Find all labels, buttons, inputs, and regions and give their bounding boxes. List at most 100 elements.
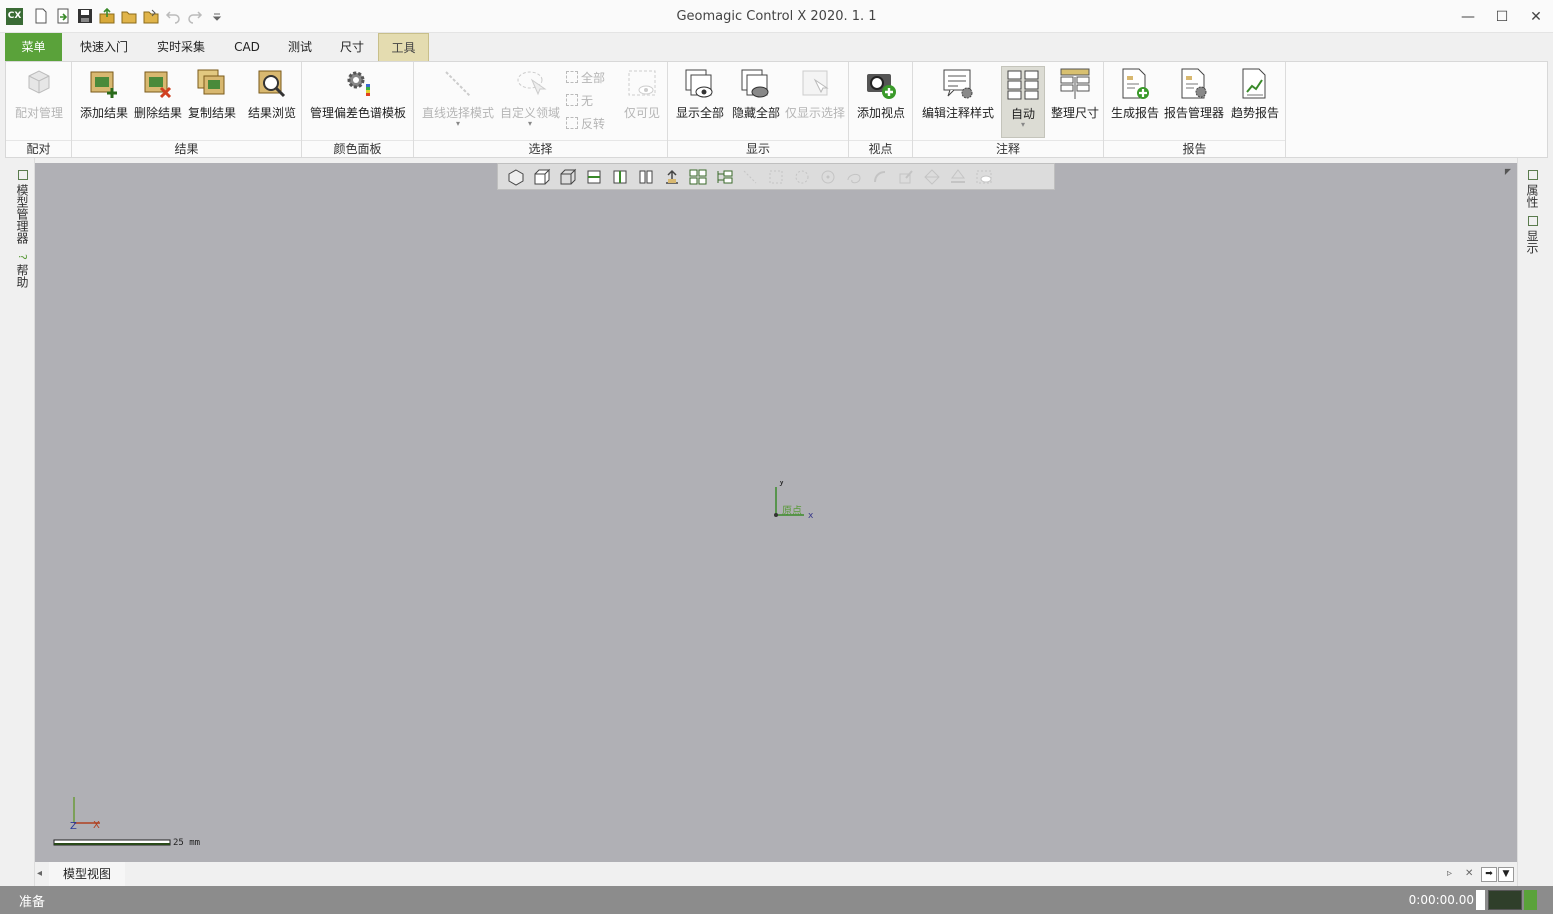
report-manager-button[interactable]: 报告管理器 xyxy=(1162,66,1226,138)
group-label-display: 显示 xyxy=(668,140,848,156)
surface-select-icon[interactable] xyxy=(946,166,970,188)
group-label-color-panel: 颜色面板 xyxy=(302,140,413,156)
select-none-button[interactable]: 无 xyxy=(566,91,593,109)
edit-annotation-style-button[interactable]: 编辑注释样式 xyxy=(917,66,999,138)
display-icon xyxy=(1527,216,1538,226)
split-view-icon[interactable] xyxy=(634,166,658,188)
circle-select-icon[interactable] xyxy=(790,166,814,188)
lasso-select-icon[interactable] xyxy=(842,166,866,188)
browse-result-icon xyxy=(258,70,286,98)
model-viewport[interactable]: ◤ y x 原点 Z X 25 mm xyxy=(35,163,1517,862)
trend-report-button[interactable]: 趋势报告 xyxy=(1228,66,1282,138)
browse-result-label: 结果浏览 xyxy=(247,106,296,120)
alignment-manager-label: 配对管理 xyxy=(14,106,63,120)
tab-measure[interactable]: 测试 xyxy=(278,33,322,61)
generate-report-button[interactable]: 生成报告 xyxy=(1108,66,1162,138)
visible-select-icon[interactable] xyxy=(972,166,996,188)
tab-cad[interactable]: CAD xyxy=(226,33,268,61)
chevron-down-icon: ▾ xyxy=(1020,120,1025,129)
copy-result-button[interactable]: 复制结果 xyxy=(186,66,238,138)
view-cube-icon[interactable] xyxy=(530,166,554,188)
show-all-button[interactable]: 显示全部 xyxy=(672,66,728,138)
brush-select-icon[interactable] xyxy=(868,166,892,188)
redo-icon[interactable] xyxy=(186,7,204,25)
scale-bar: 25 mm xyxy=(53,838,200,848)
tab-model-view[interactable]: 模型视图 xyxy=(49,862,126,886)
origin-label: 原点 xyxy=(782,505,802,517)
measure-line-icon[interactable] xyxy=(738,166,762,188)
color-template-button[interactable]: 管理偏差色谱模板 xyxy=(308,66,408,138)
triad-z-label: Z xyxy=(70,821,77,832)
alignment-manager-button[interactable]: 配对管理 xyxy=(10,66,68,138)
export-icon[interactable] xyxy=(98,7,116,25)
window-title: Geomagic Control X 2020. 1. 1 xyxy=(676,9,877,24)
custom-region-label: 自定义领域 xyxy=(499,106,560,120)
model-manager-tab[interactable]: 模型管理器 xyxy=(14,170,31,244)
hide-all-button[interactable]: 隐藏全部 xyxy=(728,66,784,138)
show-selected-button[interactable]: 仅显示选择 xyxy=(784,66,846,138)
auto-button[interactable]: 自动 ▾ xyxy=(1001,66,1045,138)
polygon-select-icon[interactable] xyxy=(816,166,840,188)
group-annotation: 编辑注释样式 自动 ▾ 整理尺寸 注释 xyxy=(913,62,1104,157)
customize-icon[interactable] xyxy=(208,7,226,25)
new-icon[interactable] xyxy=(32,7,50,25)
help-tab[interactable]: ? 帮助 xyxy=(14,254,31,288)
status-bar: 准备 0:00:00.00 xyxy=(0,886,1553,914)
browse-result-button[interactable]: 结果浏览 xyxy=(246,66,298,138)
tab-dimension[interactable]: 尺寸 xyxy=(330,33,374,61)
tab-tools[interactable]: 工具 xyxy=(378,33,429,61)
close-button[interactable]: ✕ xyxy=(1519,0,1553,33)
help-icon: ? xyxy=(16,254,29,260)
properties-tab[interactable]: 属性 xyxy=(1524,170,1541,208)
extend-select-icon[interactable] xyxy=(920,166,944,188)
fit-view-icon[interactable] xyxy=(660,166,684,188)
tab-quickstart[interactable]: 快速入门 xyxy=(72,33,136,61)
layout-tree-icon[interactable] xyxy=(712,166,736,188)
delete-result-button[interactable]: 删除结果 xyxy=(132,66,184,138)
group-label-selection: 选择 xyxy=(414,140,667,156)
open-icon[interactable] xyxy=(120,7,138,25)
view-front-icon[interactable] xyxy=(582,166,606,188)
alignment-manager-icon xyxy=(28,70,50,94)
display-tab[interactable]: 显示 xyxy=(1524,216,1541,254)
select-all-button[interactable]: 全部 xyxy=(566,68,605,86)
next-tab-icon[interactable]: ➡ xyxy=(1481,867,1497,882)
tab-menu[interactable]: 菜单 xyxy=(5,33,62,61)
add-viewpoint-button[interactable]: 添加视点 xyxy=(853,66,909,138)
save-icon[interactable] xyxy=(76,7,94,25)
add-result-button[interactable]: 添加结果 xyxy=(78,66,130,138)
tab-list-chevron-icon[interactable]: ▼ xyxy=(1498,867,1514,882)
undo-icon[interactable] xyxy=(164,7,182,25)
auto-layout-icon xyxy=(1007,70,1039,100)
scroll-left-icon[interactable]: ◂ xyxy=(37,862,42,886)
rect-select-icon[interactable] xyxy=(764,166,788,188)
line-select-button[interactable]: 直线选择模式 ▾ xyxy=(420,66,496,138)
right-panel-strip: 属性 显示 xyxy=(1517,158,1553,886)
maximize-button[interactable]: ☐ xyxy=(1485,0,1519,33)
add-viewpoint-label: 添加视点 xyxy=(856,106,905,120)
select-invert-button[interactable]: 反转 xyxy=(566,114,605,132)
group-view: 添加视点 视点 xyxy=(849,62,913,157)
select-invert-icon xyxy=(566,117,578,129)
close-tab-icon[interactable]: ✕ xyxy=(1465,862,1473,886)
view-back-icon[interactable] xyxy=(608,166,632,188)
group-alignment: 配对管理 配对 xyxy=(6,62,72,157)
delete-result-label: 删除结果 xyxy=(133,106,182,120)
open-folder-icon[interactable] xyxy=(142,7,160,25)
render-mode-icon[interactable] xyxy=(504,166,528,188)
paint-select-icon[interactable] xyxy=(894,166,918,188)
app-logo[interactable]: CX xyxy=(6,8,23,25)
custom-region-button[interactable]: 自定义领域 ▾ xyxy=(498,66,562,138)
tab-realtime[interactable]: 实时采集 xyxy=(148,33,214,61)
arrange-dimension-button[interactable]: 整理尺寸 xyxy=(1049,66,1101,138)
delete-result-icon xyxy=(144,71,172,99)
minimize-button[interactable]: — xyxy=(1451,0,1485,33)
quick-access-toolbar xyxy=(32,7,226,25)
model-manager-label: 模型管理器 xyxy=(15,184,29,244)
group-label-report: 报告 xyxy=(1104,140,1285,156)
layout-grid-icon[interactable] xyxy=(686,166,710,188)
import-icon[interactable] xyxy=(54,7,72,25)
wire-cube-icon[interactable] xyxy=(556,166,580,188)
scroll-right-icon[interactable]: ▹ xyxy=(1447,862,1452,886)
visible-only-button[interactable]: 仅可见 xyxy=(620,66,664,138)
